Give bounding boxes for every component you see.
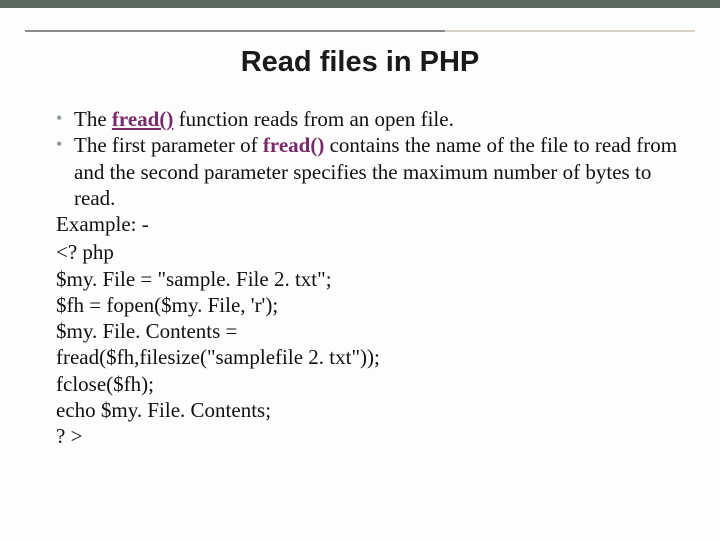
keyword-fread: fread() — [112, 107, 173, 131]
bullet-item: • The fread() function reads from an ope… — [56, 106, 680, 132]
bullet-text: The fread() function reads from an open … — [74, 106, 680, 132]
slide-body: • The fread() function reads from an ope… — [56, 106, 680, 449]
bullet-marker: • — [56, 106, 74, 130]
title-underline-dark — [25, 30, 445, 32]
slide-title: Read files in PHP — [0, 46, 720, 79]
code-line: $my. File. Contents = — [56, 318, 680, 344]
bullet-marker: • — [56, 132, 74, 156]
code-line: echo $my. File. Contents; — [56, 397, 680, 423]
example-label: Example: - — [56, 211, 680, 237]
keyword-fread: fread() — [263, 133, 324, 157]
code-line: fclose($fh); — [56, 371, 680, 397]
code-block: <? php $my. File = "sample. File 2. txt"… — [56, 239, 680, 449]
code-line: $fh = fopen($my. File, 'r'); — [56, 292, 680, 318]
code-line: $my. File = "sample. File 2. txt"; — [56, 266, 680, 292]
text-fragment: The — [74, 107, 112, 131]
code-line: <? php — [56, 239, 680, 265]
bullet-item: • The first parameter of fread() contain… — [56, 132, 680, 211]
text-fragment: The first parameter of — [74, 133, 263, 157]
code-line: ? > — [56, 423, 680, 449]
text-fragment: function reads from an open file. — [173, 107, 454, 131]
slide-accent-bar — [0, 0, 720, 8]
code-line: fread($fh,filesize("samplefile 2. txt"))… — [56, 344, 680, 370]
bullet-text: The first parameter of fread() contains … — [74, 132, 680, 211]
